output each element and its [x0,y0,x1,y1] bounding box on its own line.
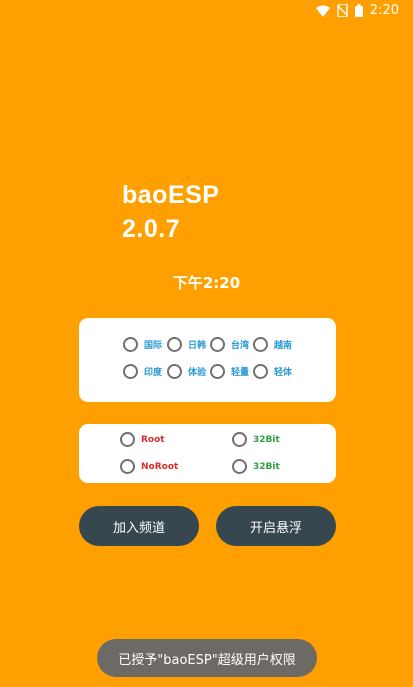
radio-option-noroot[interactable]: NoRoot [120,459,178,474]
radio-circle[interactable] [253,364,268,379]
status-bar: 2:20 [0,0,413,24]
radio-circle[interactable] [210,364,225,379]
radio-label: 32Bit [253,461,280,472]
radio-label: 台湾 [231,341,250,351]
radio-circle[interactable] [232,432,247,447]
app-version: 2.0.7 [122,215,181,243]
radio-option-mode-6[interactable]: 轻量 [210,364,249,379]
radio-label: NoRoot [141,461,179,472]
clock-label: 下午2:20 [172,274,241,292]
toast-message: 已授予"baoESP"超级用户权限 [97,639,317,677]
radio-label: Root [141,434,165,445]
enable-float-button[interactable]: 开启悬浮 [216,506,336,546]
radio-option-mode-5[interactable]: 体验 [167,364,206,379]
radio-circle[interactable] [232,459,247,474]
radio-circle[interactable] [123,364,138,379]
radio-circle[interactable] [253,337,268,352]
wifi-icon [315,4,330,17]
radio-label: 日韩 [188,341,207,351]
mode-card: 国际 日韩 台湾 越南 印度 体验 轻量 轻体 [79,318,336,402]
radio-label: 轻量 [231,368,250,378]
radio-label: 体验 [188,368,207,378]
radio-circle[interactable] [167,364,182,379]
join-channel-button[interactable]: 加入频道 [79,506,199,546]
app-name: baoESP [122,181,220,209]
status-time: 2:20 [369,3,399,18]
radio-circle[interactable] [120,459,135,474]
radio-option-mode-1[interactable]: 日韩 [167,337,206,352]
radio-circle[interactable] [210,337,225,352]
no-sim-icon [336,4,348,17]
radio-option-root[interactable]: Root [120,432,165,447]
radio-option-32bit-1[interactable]: 32Bit [232,432,280,447]
status-icons: 2:20 [315,3,399,18]
radio-label: 国际 [144,341,163,351]
radio-option-mode-7[interactable]: 轻体 [253,364,292,379]
radio-circle[interactable] [167,337,182,352]
radio-option-mode-2[interactable]: 台湾 [210,337,249,352]
root-card: Root NoRoot 32Bit 32Bit [79,424,336,483]
app-title: baoESP 2.0.7 [122,178,219,246]
radio-label: 32Bit [253,434,280,445]
radio-circle[interactable] [123,337,138,352]
radio-option-32bit-2[interactable]: 32Bit [232,459,280,474]
radio-option-mode-3[interactable]: 越南 [253,337,292,352]
radio-label: 越南 [274,341,293,351]
radio-circle[interactable] [120,432,135,447]
radio-option-mode-0[interactable]: 国际 [123,337,162,352]
battery-icon [354,4,363,17]
radio-option-mode-4[interactable]: 印度 [123,364,162,379]
radio-label: 轻体 [274,368,293,378]
radio-label: 印度 [144,368,163,378]
